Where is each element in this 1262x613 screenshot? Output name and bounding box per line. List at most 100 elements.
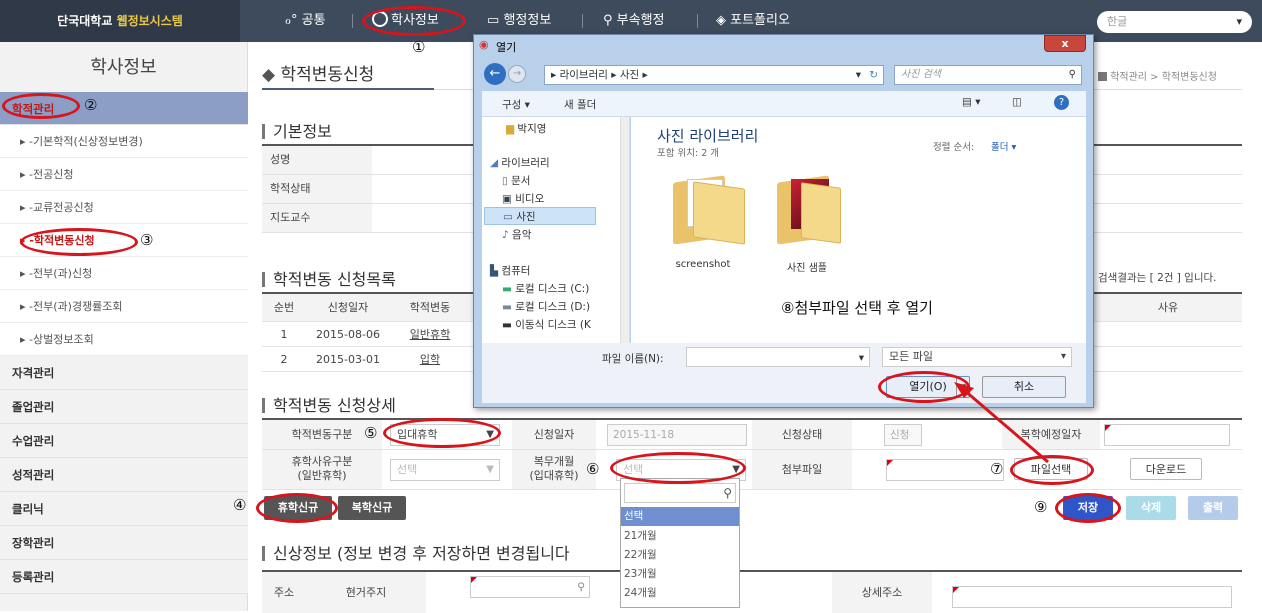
filename-input[interactable]: ▾ [686, 347, 870, 367]
dropdown-option[interactable]: 21개월 [621, 527, 739, 546]
sidebar-item-graduation[interactable]: 졸업관리 [0, 390, 248, 424]
folder-sample-pictures-icon[interactable] [777, 175, 841, 245]
nav-common[interactable]: ℴ° 공통 [285, 0, 326, 42]
tree-scrollbar[interactable] [620, 117, 629, 343]
sidebar-item-grades[interactable]: 성적관리 [0, 458, 248, 492]
dropdown-option[interactable]: 22개월 [621, 546, 739, 565]
nav-divider [697, 14, 698, 28]
folder-screenshot-icon[interactable] [673, 175, 745, 245]
library-subtitle: 포함 위치: 2 개 [657, 148, 720, 159]
apply-status-field[interactable]: 신청 [884, 424, 922, 446]
file-pane: 사진 라이브러리 포함 위치: 2 개 정렬 순서: 폴더 ▾ screensh… [631, 117, 1086, 343]
new-folder-button[interactable]: 새 폴더 [564, 97, 596, 112]
help-icon[interactable]: ? [1054, 95, 1069, 110]
sidebar-item-registration[interactable]: 등록관리 [0, 560, 248, 594]
personal-info-heading: 신상정보 (정보 변경 후 저장하면 변경됩니다 [262, 540, 570, 564]
folder-icon: ▆ [506, 123, 515, 135]
sidebar-item-clinic[interactable]: 클리닉 [0, 492, 248, 526]
step-number-6: ⑥ [586, 460, 600, 478]
back-arrow-icon[interactable]: ← [484, 63, 506, 85]
dropdown-option[interactable]: 선택 [621, 507, 739, 526]
breadcrumb: 학적관리 > 학적변동신청 [1098, 68, 1217, 83]
detail-address-field[interactable] [952, 586, 1232, 608]
drive-icon: ▬ [502, 283, 512, 295]
annotation-arrow [954, 382, 1049, 464]
folder-label[interactable]: 사진 샘플 [757, 259, 857, 274]
annotation-ellipse-9 [1055, 493, 1121, 523]
return-new-button[interactable]: 복학신규 [338, 496, 406, 520]
tree-item[interactable]: ♪ 음악 [502, 227, 531, 242]
document-icon: ▯ [502, 175, 508, 187]
step-number-3: ③ [140, 231, 154, 249]
chevron-down-icon: ▼ [486, 464, 494, 475]
video-icon: ▣ [502, 193, 512, 205]
sidebar-item-scholarship[interactable]: 장학관리 [0, 526, 248, 560]
search-icon: ⚲ [1068, 69, 1076, 80]
search-icon: ⚲ [723, 486, 732, 500]
status-type-link[interactable]: 일반휴학 [390, 322, 470, 347]
result-count: 검색결과는 [ 2건 ] 입니다. [1098, 272, 1217, 284]
folder-label[interactable]: screenshot [653, 259, 753, 270]
drive-icon: ▬ [502, 301, 512, 313]
annotation-ellipse-6 [610, 452, 746, 484]
zipcode-field[interactable]: ⚲ [470, 576, 590, 598]
tree-item[interactable]: ▬ 로컬 디스크 (D:) [502, 299, 590, 314]
dropdown-search-input[interactable]: ⚲ [624, 483, 736, 503]
sidebar-sub-awards[interactable]: ▸ -상벌정보조회 [0, 323, 248, 356]
annotation-ellipse-5 [383, 418, 501, 448]
step-8-instruction: ⑧첨부파일 선택 후 열기 [781, 299, 933, 317]
chevron-down-icon: ▾ [1060, 351, 1066, 362]
sort-label: 정렬 순서: [933, 142, 975, 153]
sidebar-item-class[interactable]: 수업관리 [0, 424, 248, 458]
delete-button[interactable]: 삭제 [1126, 496, 1176, 520]
tree-item[interactable]: ▣ 비디오 [502, 191, 544, 206]
basic-info-heading: 기본정보 [262, 118, 332, 142]
chevron-down-icon: ▾ [858, 352, 864, 364]
personal-info-table: 주소 현거주지 ⚲ 상세주소 [262, 570, 1242, 613]
brand-logo[interactable]: 단국대학교 웹정보시스템 [0, 0, 240, 42]
sidebar-sub-major[interactable]: ▸ -전공신청 [0, 158, 248, 191]
view-icon[interactable]: ▤ ▾ [962, 96, 981, 108]
sidebar-sub-exchange[interactable]: ▸ -교류전공신청 [0, 191, 248, 224]
library-title: 사진 라이브러리 [657, 127, 759, 145]
dialog-search-input[interactable]: 사진 검색 ⚲ [894, 65, 1082, 85]
sidebar-sub-transfer-rate[interactable]: ▸ -전부(과)경쟁률조회 [0, 290, 248, 323]
nav-divider [352, 14, 353, 28]
forward-arrow-icon[interactable]: → [508, 65, 526, 83]
removable-drive-icon: ▬ [502, 319, 512, 331]
dialog-breadcrumb[interactable]: ▸ 라이브러리 ▸ 사진 ▸ ▾ ↻ [544, 65, 884, 85]
dropdown-option[interactable]: 23개월 [621, 565, 739, 584]
tree-item[interactable]: ▬ 이동식 디스크 (K [502, 317, 591, 332]
dropdown-option[interactable]: 24개월 [621, 584, 739, 603]
sidebar-title: 학사정보 [90, 57, 157, 78]
apply-list-heading: 학적변동 신청목록 [262, 266, 396, 290]
sidebar-sub-basic[interactable]: ▸ -기본학적(신상정보변경) [0, 125, 248, 158]
download-button[interactable]: 다운로드 [1130, 458, 1202, 480]
sidebar-item-qualification[interactable]: 자격관리 [0, 356, 248, 390]
step-number-9: ⑨ [1034, 498, 1048, 516]
apply-date-field[interactable]: 2015-11-18 [607, 424, 747, 446]
language-select[interactable]: 한글 ▾ [1097, 11, 1252, 33]
address-bar: ← → ▸ 라이브러리 ▸ 사진 ▸ ▾ ↻ 사진 검색 ⚲ [482, 63, 1086, 87]
annotation-ellipse-4 [256, 493, 338, 523]
tree-item[interactable]: ▯ 문서 [502, 173, 530, 188]
preview-icon[interactable]: ◫ [1012, 96, 1022, 108]
tree-item-selected[interactable]: ▭ 사진 [484, 207, 596, 225]
organize-button[interactable]: 구성 ▾ [502, 97, 530, 112]
status-type-link[interactable]: 입학 [390, 347, 470, 372]
tree-item[interactable]: ◢ 라이브러리 [490, 155, 550, 170]
leave-reason-select[interactable]: 선택 ▼ [390, 459, 500, 481]
tree-item[interactable]: ▆ 박지영 [506, 121, 546, 136]
refresh-icon: ↻ [869, 69, 878, 81]
file-type-filter[interactable]: 모든 파일 ▾ [882, 347, 1072, 367]
step-number-5: ⑤ [364, 424, 378, 442]
tree-item[interactable]: ▙ 컴퓨터 [490, 263, 530, 278]
sort-select[interactable]: 폴더 ▾ [991, 139, 1016, 153]
tree-item[interactable]: ▬ 로컬 디스크 (C:) [502, 281, 589, 296]
return-date-field[interactable] [1104, 424, 1230, 446]
close-icon[interactable]: x [1044, 35, 1086, 52]
print-button[interactable]: 출력 [1188, 496, 1238, 520]
filename-label: 파일 이름(N): [602, 353, 664, 365]
folder-tree: ▆ 박지영 ◢ 라이브러리 ▯ 문서 ▣ 비디오 ▭ 사진 ♪ 음악 ▙ 컴퓨터… [482, 117, 630, 343]
sidebar-sub-transfer[interactable]: ▸ -전부(과)신청 [0, 257, 248, 290]
